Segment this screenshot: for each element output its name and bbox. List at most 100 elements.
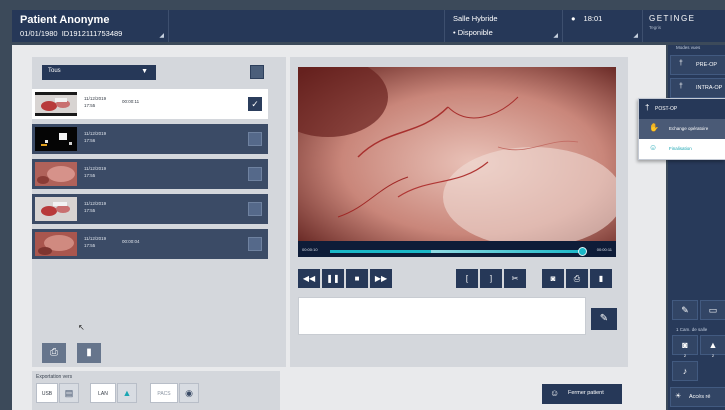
access-icon: ☀ (675, 393, 682, 400)
timeline-scrubber[interactable] (578, 247, 588, 256)
chevron-down-icon: ▼ (141, 68, 148, 75)
image-thumbnail (35, 162, 77, 186)
clock[interactable]: ● 18:01 ◢ (563, 10, 643, 42)
list-item[interactable]: 11/12/2019 17:55 00:00:04 (32, 229, 268, 259)
menu-item-finalisation[interactable]: ☺ Finalisation (639, 139, 725, 159)
item-checkbox[interactable]: ✓ (248, 97, 262, 111)
room-name: Salle Hybride (453, 14, 498, 23)
export-usb-button[interactable]: USB (36, 383, 58, 403)
edit-notes-button[interactable]: ✎ (591, 308, 617, 330)
menu-item-exchange[interactable]: ✋ Echange opératoire (639, 119, 725, 139)
mark-out-button[interactable]: ] (480, 269, 502, 288)
camera-icon[interactable]: ◙ 2 (672, 335, 698, 358)
close-patient-button[interactable]: ☺ Fermer patient (542, 384, 622, 404)
usb-icon[interactable]: ▤ (59, 383, 79, 403)
step-label: PRE-OP (696, 62, 718, 68)
item-timestamp: 11/12/2019 17:56 (84, 131, 107, 143)
app-root: Patient Anonyme 01/01/1980 ID19121117534… (0, 0, 725, 410)
mark-in-button[interactable]: [ (456, 269, 478, 288)
header-spacer (169, 10, 445, 42)
cut-button[interactable]: ✂ (504, 269, 526, 288)
item-timestamp: 11/12/2019 17:55 (84, 96, 107, 108)
patient-details: 01/01/1980 ID1912111753489 (20, 29, 160, 38)
display-icon[interactable]: ▭ (700, 300, 725, 320)
room-selector[interactable]: Salle Hybride • Disponible ◢ (445, 10, 563, 42)
filter-value: Tous (48, 68, 61, 74)
menu-header-label: POST-OP (655, 106, 678, 112)
patient-selector[interactable]: Patient Anonyme 01/01/1980 ID19121117534… (12, 10, 169, 42)
list-item[interactable]: 11/12/2019 17:56 (32, 124, 268, 154)
rewind-icon: ◀◀ (302, 274, 316, 283)
patient-icon: ☺ (550, 388, 560, 398)
status-dot-icon: • (453, 28, 456, 37)
step-label: INTRA-OP (696, 85, 723, 91)
post-op-icon: † (645, 103, 650, 112)
video-timeline: 00:00:10 00:00:11 (298, 245, 616, 257)
remote-access-button[interactable]: ☀ Accès ré (670, 387, 725, 407)
lock-icon[interactable]: ▲ 2 (700, 335, 725, 358)
notes-field[interactable] (298, 297, 586, 335)
list-item[interactable]: 11/12/2019 17:55 (32, 194, 268, 224)
video-viewer[interactable]: 00:00:10 00:00:11 (298, 67, 616, 257)
delete-frame-button[interactable]: ▮ (590, 269, 612, 288)
image-thumbnail (35, 197, 77, 221)
item-timestamp: 11/12/2019 17:55 (84, 201, 107, 213)
rewind-button[interactable]: ◀◀ (298, 269, 320, 288)
clock-icon: ● (571, 14, 576, 23)
snapshot-button[interactable]: ◙ (542, 269, 564, 288)
close-patient-label: Fermer patient (568, 390, 604, 396)
room-camera-label: 1 Cam. de salle (676, 327, 708, 332)
timeline-track[interactable] (330, 247, 588, 256)
room-status: • Disponible (453, 28, 554, 37)
step-icon: † (679, 83, 683, 90)
pacs-icon[interactable]: ◉ (179, 383, 199, 403)
print-frame-button[interactable]: ⎙ (566, 269, 588, 288)
patient-id: ID1912111753489 (61, 29, 123, 38)
pause-button[interactable]: ❚❚ (322, 269, 344, 288)
export-lan-button[interactable]: LAN (90, 383, 116, 403)
annotate-icon[interactable]: ✎ (672, 300, 698, 320)
select-all-checkbox[interactable] (250, 65, 264, 79)
brand-sub: Tegris (649, 25, 662, 30)
main-panel: Tous ▼ 11/12/2019 17:55 00:00:11 ✓ 11/12… (12, 45, 666, 410)
fast-forward-icon: ▶▶ (374, 274, 388, 283)
list-item[interactable]: 11/12/2019 17:55 00:00:11 ✓ (32, 89, 268, 119)
menu-post-op[interactable]: † POST-OP (639, 99, 725, 119)
print-button[interactable]: ⎙ (42, 343, 66, 363)
item-checkbox[interactable] (248, 237, 262, 251)
print-icon: ⎙ (50, 347, 58, 358)
media-library: Tous ▼ 11/12/2019 17:55 00:00:11 ✓ 11/12… (32, 57, 298, 367)
delete-button[interactable]: ▮ (77, 343, 101, 363)
list-item[interactable]: 11/12/2019 17:55 (32, 159, 268, 189)
item-checkbox[interactable] (248, 132, 262, 146)
network-icon[interactable]: ▲ (117, 383, 137, 403)
hand-icon: ✋ (649, 123, 659, 132)
print-icon: ⎙ (573, 274, 581, 283)
menu-item-label: Echange opératoire (669, 126, 709, 131)
item-checkbox[interactable] (248, 202, 262, 216)
corner-arrow-icon: ◢ (553, 33, 558, 39)
menu-item-label: Finalisation (669, 146, 692, 151)
time-start: 00:00:10 (302, 247, 318, 252)
patient-icon: ☺ (649, 143, 658, 152)
post-op-menu: † POST-OP ✋ Echange opératoire ☺ Finalis… (638, 98, 725, 160)
cut-icon: ✂ (511, 274, 519, 283)
step-intra-op[interactable]: † INTRA-OP (670, 78, 725, 98)
step-pre-op[interactable]: † PRE-OP (670, 55, 725, 75)
camera-icon: ◙ (550, 274, 556, 283)
endoscopy-frame (298, 67, 616, 241)
pencil-icon: ✎ (599, 313, 609, 324)
image-thumbnail (35, 127, 77, 151)
trash-icon: ▮ (598, 274, 604, 283)
stop-button[interactable]: ■ (346, 269, 368, 288)
timeline-progress (330, 250, 584, 253)
volume-icon[interactable]: ♪ (672, 361, 698, 381)
fast-forward-button[interactable]: ▶▶ (370, 269, 392, 288)
media-player: 00:00:10 00:00:11 ◀◀ ❚❚ ■ ▶▶ [ ] ✂ ◙ ⎙ ▮… (290, 57, 628, 367)
filter-dropdown[interactable]: Tous ▼ (42, 65, 156, 80)
item-checkbox[interactable] (248, 167, 262, 181)
clock-time: 18:01 (583, 14, 603, 23)
export-pacs-button[interactable]: PACS (150, 383, 178, 403)
patient-name: Patient Anonyme (20, 14, 110, 26)
corner-arrow-icon: ◢ (159, 33, 164, 39)
